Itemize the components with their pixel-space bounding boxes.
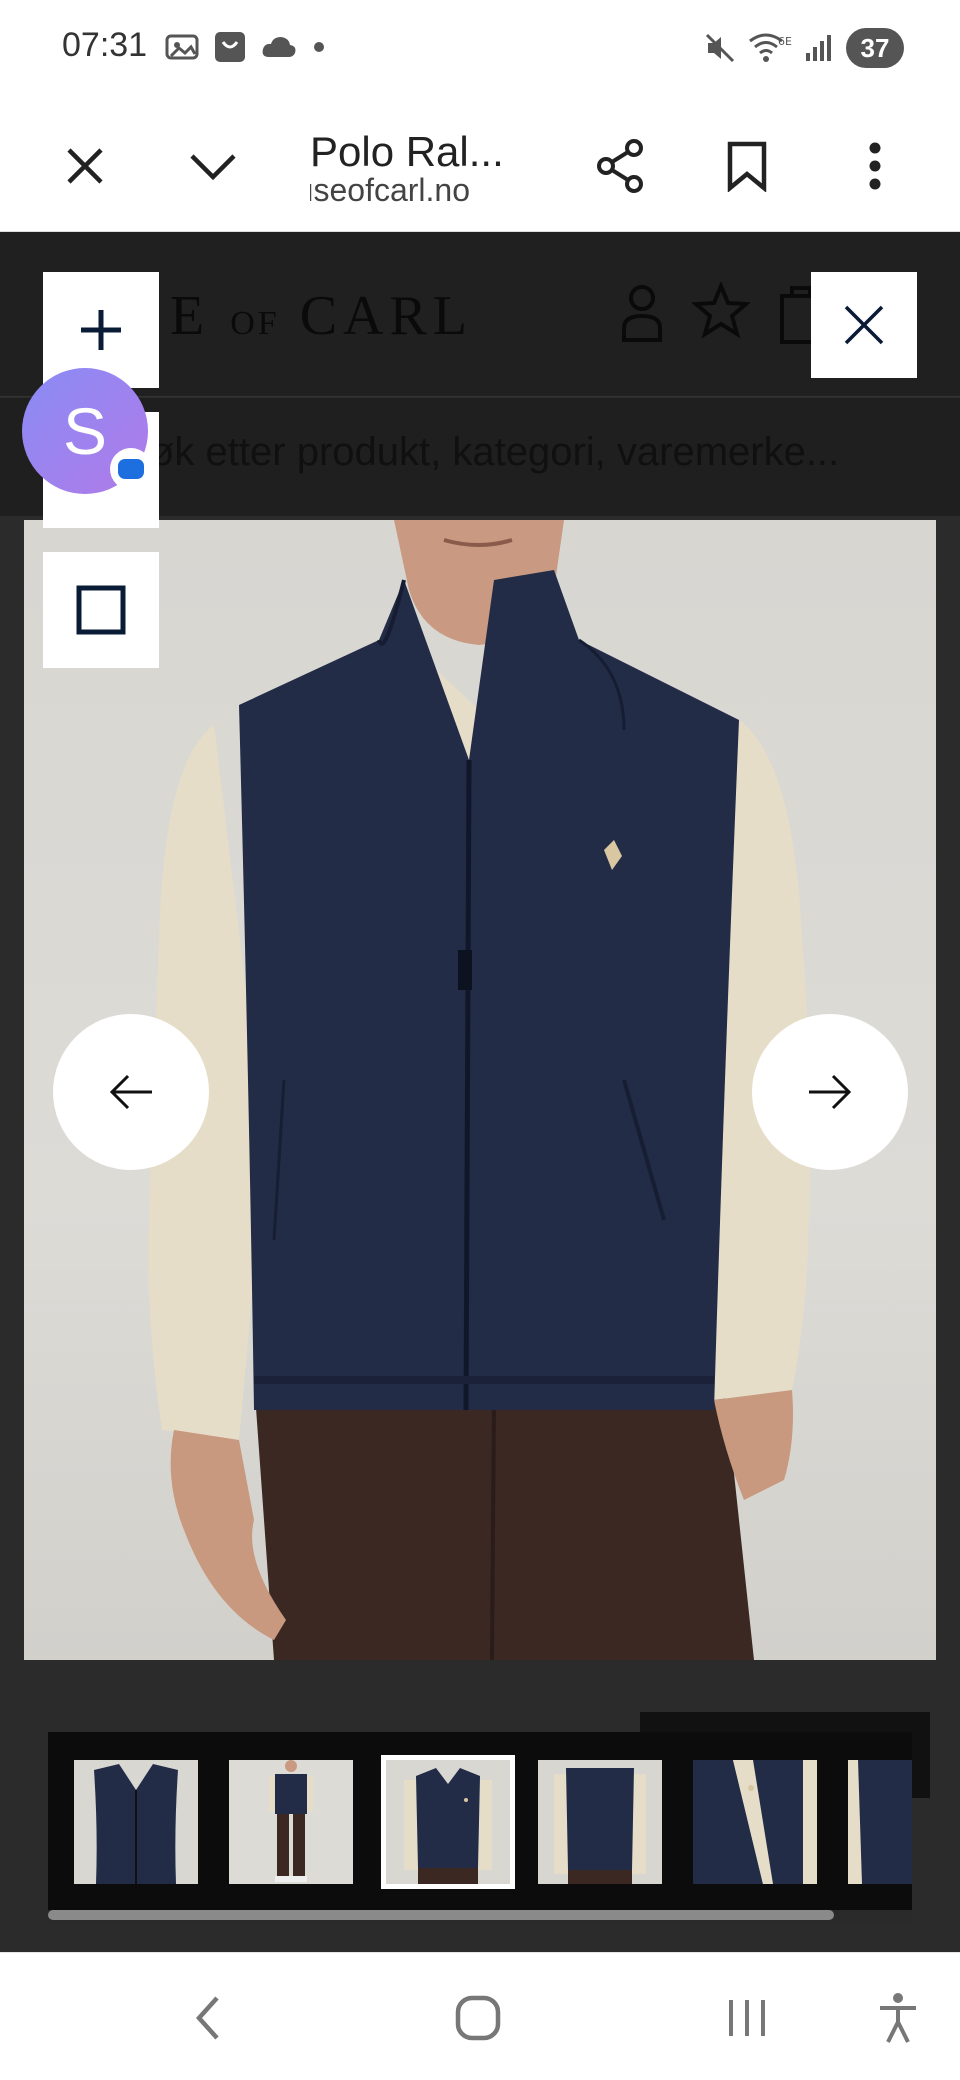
account-icon[interactable] — [620, 282, 664, 344]
page-domain[interactable]: houseofcarl.no — [310, 172, 470, 209]
site-logo[interactable]: E OF CARL — [170, 284, 473, 348]
system-navigation-bar — [0, 1952, 960, 2080]
status-bar: 07:31 6E 37 — [0, 0, 960, 100]
thumbnail[interactable] — [848, 1760, 912, 1884]
battery-icon: 37 — [846, 28, 904, 68]
next-image-button[interactable] — [752, 1014, 908, 1170]
home-icon — [455, 1995, 501, 2041]
fullscreen-button[interactable] — [43, 552, 159, 668]
system-icons: 6E 37 — [704, 28, 904, 68]
mute-icon — [705, 33, 735, 63]
chat-avatar[interactable]: S — [22, 368, 152, 494]
accessibility-button[interactable] — [858, 1983, 938, 2053]
thumbnail-active[interactable] — [381, 1755, 515, 1889]
thumbnail[interactable] — [74, 1760, 198, 1884]
close-lightbox-button[interactable] — [811, 272, 917, 378]
arrow-right-icon — [809, 1074, 852, 1110]
logo-carl: CARL — [299, 285, 474, 347]
back-button[interactable] — [168, 1983, 248, 2053]
arrow-left-icon — [109, 1074, 152, 1110]
share-button[interactable] — [580, 126, 660, 206]
cloud-icon — [262, 37, 296, 57]
shopping-bag-icon — [215, 32, 245, 62]
home-button[interactable] — [438, 1983, 518, 2053]
wifi-6e-icon: 6E — [749, 33, 792, 62]
thumbnail-scrollbar[interactable] — [48, 1910, 834, 1920]
close-tab-button[interactable] — [45, 126, 125, 206]
logo-of: OF — [230, 305, 280, 342]
logo-letter: E — [170, 285, 211, 347]
accessibility-icon — [880, 1993, 916, 2043]
page-title[interactable]: Polo Ral... — [310, 128, 504, 176]
more-vert-icon — [869, 142, 881, 190]
more-options-button[interactable] — [835, 126, 915, 206]
plus-icon — [81, 310, 121, 350]
square-icon — [76, 585, 126, 635]
star-icon[interactable] — [692, 282, 750, 340]
recents-icon — [729, 2000, 765, 2036]
status-time: 07:31 — [62, 26, 148, 64]
site-search-placeholder: øk etter produkt, kategori, varemerke... — [150, 430, 840, 474]
share-icon — [597, 139, 643, 193]
dot-icon — [314, 42, 324, 52]
thumbnail-strip — [48, 1732, 912, 1910]
gallery-icon — [165, 34, 199, 60]
chevron-down-icon — [190, 154, 236, 181]
thumbnail[interactable] — [693, 1760, 817, 1884]
browser-toolbar: Polo Ral... houseofcarl.no — [0, 100, 960, 232]
close-icon — [67, 148, 103, 184]
back-icon — [195, 1996, 219, 2040]
site-header-icons — [620, 282, 824, 346]
svg-text:6E: 6E — [778, 35, 792, 48]
thumbnail[interactable] — [538, 1760, 662, 1884]
message-badge-icon — [110, 448, 152, 490]
previous-image-button[interactable] — [53, 1014, 209, 1170]
thumbnail[interactable] — [229, 1760, 353, 1884]
bookmark-button[interactable] — [707, 126, 787, 206]
close-icon — [844, 305, 884, 345]
recents-button[interactable] — [707, 1983, 787, 2053]
avatar-letter: S — [62, 394, 108, 468]
minimize-button[interactable] — [173, 126, 253, 206]
notification-icons — [165, 30, 327, 64]
bookmark-icon — [727, 141, 767, 192]
signal-icon — [806, 35, 831, 61]
